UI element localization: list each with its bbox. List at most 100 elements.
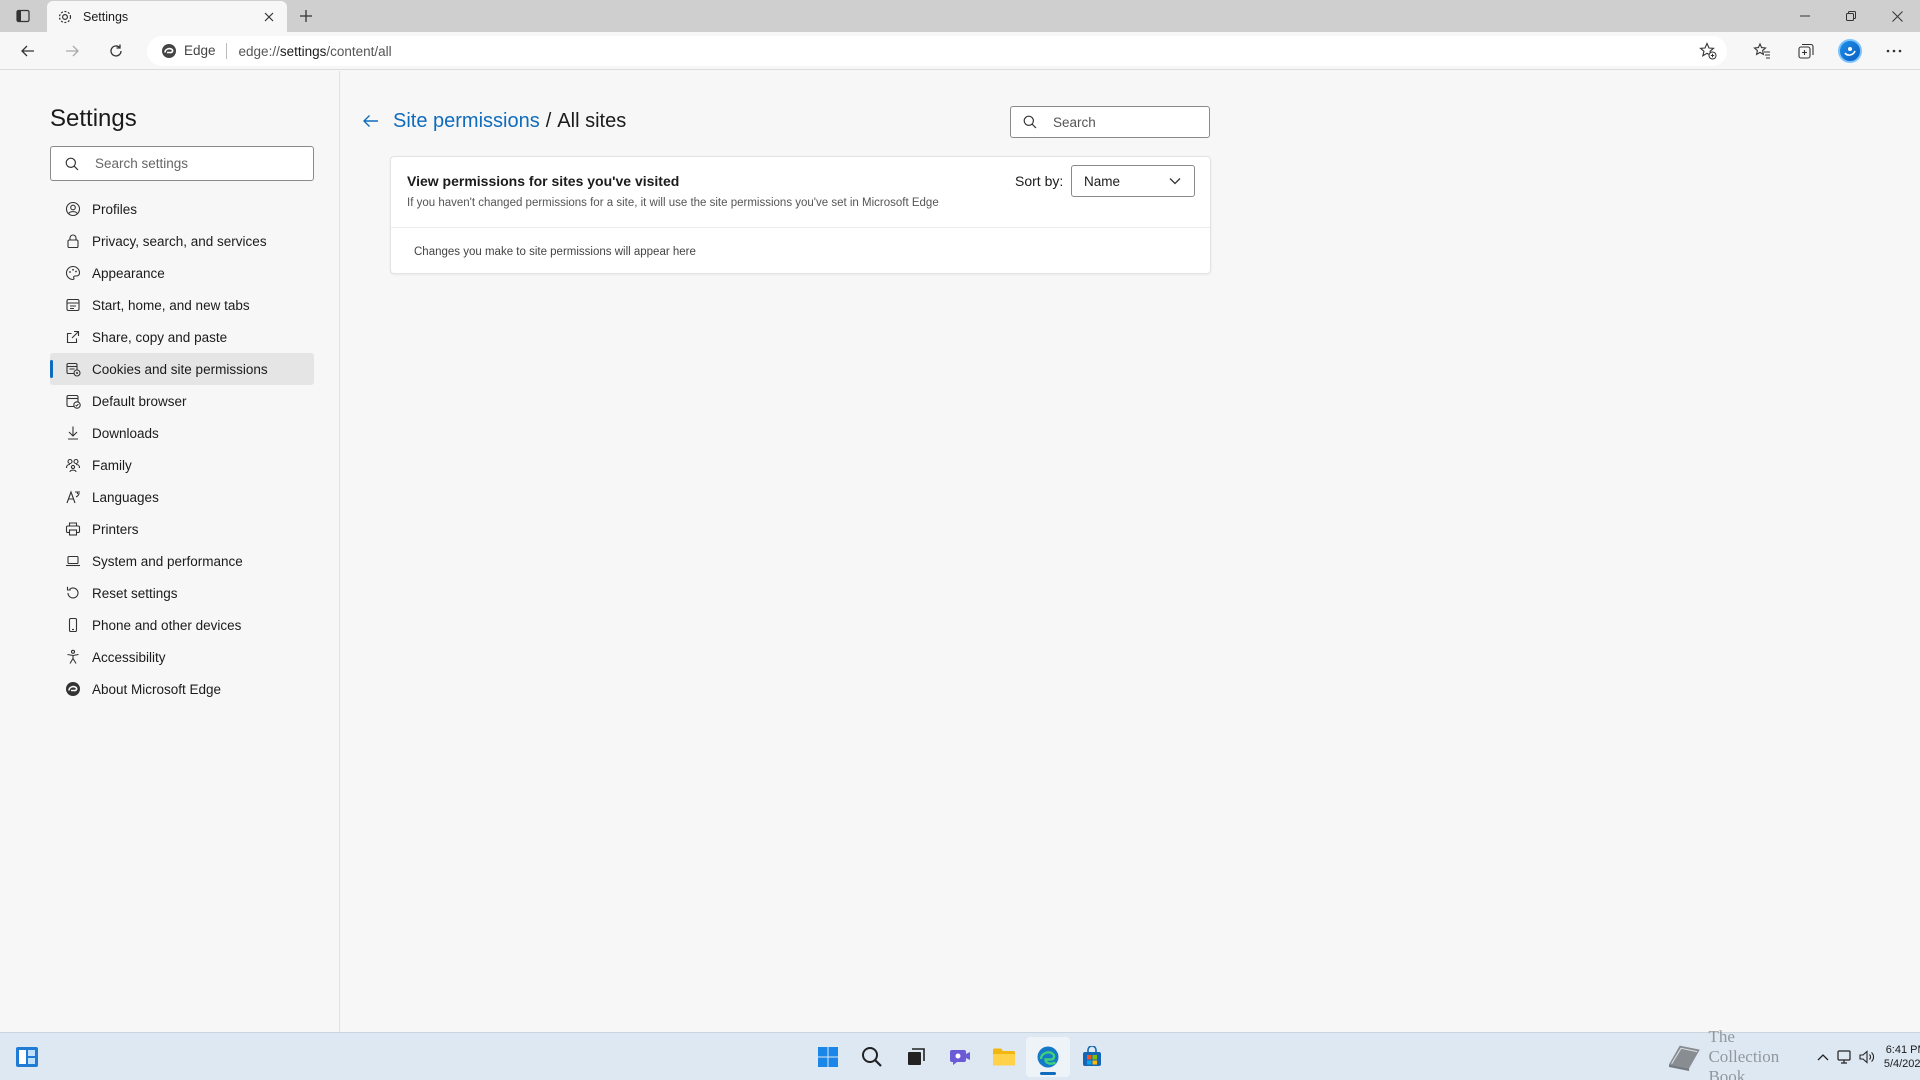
profile-button[interactable]	[1828, 37, 1872, 65]
chat-icon	[950, 1050, 970, 1065]
sidebar-item-start-home[interactable]: Start, home, and new tabs	[50, 289, 314, 321]
cookies-icon	[64, 360, 82, 378]
sidebar-item-label: Appearance	[92, 265, 165, 281]
sidebar-item-family[interactable]: Family	[50, 449, 314, 481]
sidebar-item-label: About Microsoft Edge	[92, 681, 222, 697]
title-bar: Settings	[0, 0, 1920, 32]
avatar-icon	[1844, 47, 1856, 56]
sort-label: Sort by:	[1015, 173, 1064, 189]
edge-taskbar-button[interactable]	[1026, 1037, 1070, 1077]
sidebar-item-cookies[interactable]: Cookies and site permissions	[50, 353, 314, 385]
store-icon	[1083, 1046, 1101, 1066]
sidebar-item-languages[interactable]: Languages	[50, 481, 314, 513]
sidebar-item-privacy[interactable]: Privacy, search, and services	[50, 225, 314, 257]
add-favorite-button[interactable]	[1699, 42, 1717, 60]
sidebar-item-label: Cookies and site permissions	[92, 361, 268, 377]
browser-toolbar	[1740, 37, 1916, 65]
forward-button[interactable]	[57, 37, 87, 65]
tab-close-icon[interactable]	[261, 9, 277, 25]
tray-icons	[1812, 1047, 1878, 1067]
sidebar-item-label: Family	[92, 457, 132, 473]
url-text[interactable]: edge://settings/content/all	[239, 44, 392, 59]
edge-icon	[1037, 1046, 1059, 1068]
system-tray: The Collection Book 6:41 PM 5/4/2022	[1665, 1027, 1920, 1080]
sidebar-item-about[interactable]: About Microsoft Edge	[50, 673, 314, 705]
widgets-button[interactable]	[14, 1045, 40, 1069]
arrow-left-icon	[363, 115, 378, 127]
sidebar-item-phone[interactable]: Phone and other devices	[50, 609, 314, 641]
store-button[interactable]	[1070, 1037, 1114, 1077]
task-view-button[interactable]	[894, 1037, 938, 1077]
widgets-icon	[16, 1047, 38, 1067]
lock-icon	[64, 232, 82, 250]
navigation-bar: Edge edge://settings/content/all	[0, 32, 1920, 70]
settings-search-input[interactable]	[95, 156, 295, 171]
plus-icon	[300, 10, 312, 22]
sidebar-item-label: Default browser	[92, 393, 187, 409]
edge-logo-icon	[161, 43, 177, 59]
file-explorer-button[interactable]	[982, 1037, 1026, 1077]
show-hidden-icons-button[interactable]	[1812, 1047, 1834, 1067]
chevron-up-icon	[1817, 1054, 1829, 1061]
sidebar-item-printers[interactable]: Printers	[50, 513, 314, 545]
breadcrumb-site-permissions-link[interactable]: Site permissions	[393, 110, 540, 133]
all-sites-card: View permissions for sites you've visite…	[390, 156, 1211, 274]
taskbar-search-button[interactable]	[850, 1037, 894, 1077]
breadcrumb-back-button[interactable]	[357, 107, 385, 135]
back-button[interactable]	[13, 37, 43, 65]
url-suffix: /content/all	[326, 43, 392, 59]
tab-actions-button[interactable]	[8, 4, 38, 28]
network-button[interactable]	[1834, 1047, 1856, 1067]
settings-sidebar: Settings Profiles Privacy, search, and s…	[0, 71, 340, 1032]
close-window-button[interactable]	[1874, 0, 1920, 32]
favorites-button[interactable]	[1740, 37, 1784, 65]
new-tab-button[interactable]	[294, 5, 318, 27]
sidebar-item-profiles[interactable]: Profiles	[50, 193, 314, 225]
watermark-text: The Collection Book	[1708, 1027, 1780, 1080]
window-controls	[1782, 0, 1920, 32]
chat-button[interactable]	[938, 1037, 982, 1077]
clock-time: 6:41 PM	[1885, 1044, 1920, 1056]
sidebar-item-default-browser[interactable]: Default browser	[50, 385, 314, 417]
sidebar-item-label: Reset settings	[92, 585, 178, 601]
edge-icon	[64, 680, 82, 698]
sidebar-item-label: Privacy, search, and services	[92, 233, 267, 249]
address-bar[interactable]: Edge edge://settings/content/all	[147, 36, 1727, 66]
sidebar-item-accessibility[interactable]: Accessibility	[50, 641, 314, 673]
sites-search-input[interactable]	[1053, 114, 1203, 130]
settings-search-box[interactable]	[50, 146, 314, 181]
settings-more-button[interactable]	[1872, 37, 1916, 65]
collections-button[interactable]	[1784, 37, 1828, 65]
sidebar-item-appearance[interactable]: Appearance	[50, 257, 314, 289]
sort-by-dropdown[interactable]: Name	[1071, 165, 1195, 197]
avatar	[1838, 39, 1862, 63]
browser-tab-settings[interactable]: Settings	[47, 1, 287, 32]
download-icon	[64, 424, 82, 442]
clock[interactable]: 6:41 PM 5/4/2022	[1884, 1043, 1920, 1071]
star-add-icon	[1699, 42, 1717, 60]
sidebar-item-system[interactable]: System and performance	[50, 545, 314, 577]
sidebar-item-downloads[interactable]: Downloads	[50, 417, 314, 449]
minimize-icon	[1800, 15, 1810, 17]
card-title: View permissions for sites you've visite…	[407, 173, 680, 189]
start-button[interactable]	[806, 1037, 850, 1077]
sites-search-box[interactable]	[1010, 106, 1210, 138]
site-info-chip[interactable]: Edge	[184, 43, 227, 59]
close-icon	[1891, 10, 1903, 22]
sidebar-item-share[interactable]: Share, copy and paste	[50, 321, 314, 353]
restore-button[interactable]	[1828, 0, 1874, 32]
url-prefix: edge://	[238, 43, 280, 59]
sidebar-item-reset[interactable]: Reset settings	[50, 577, 314, 609]
search-icon	[1023, 114, 1039, 130]
breadcrumb: Site permissions / All sites	[357, 107, 626, 135]
volume-button[interactable]	[1856, 1047, 1878, 1067]
appearance-icon	[64, 264, 82, 282]
gear-icon	[57, 9, 73, 25]
accessibility-icon	[64, 648, 82, 666]
default-browser-icon	[64, 392, 82, 410]
refresh-button[interactable]	[101, 37, 131, 65]
sidebar-item-label: Phone and other devices	[92, 617, 242, 633]
more-icon	[1886, 49, 1902, 53]
minimize-button[interactable]	[1782, 0, 1828, 32]
speaker-icon	[1859, 1050, 1874, 1064]
